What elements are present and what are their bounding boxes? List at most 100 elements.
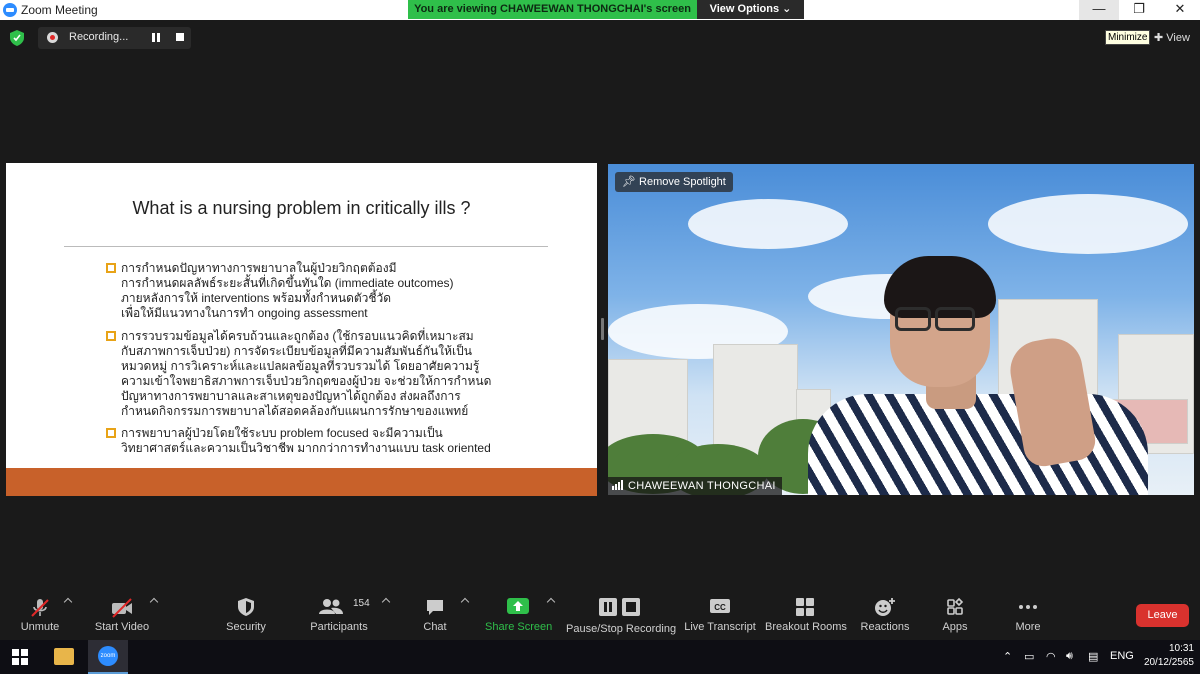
apps-icon	[947, 597, 964, 615]
share-screen-arrow-icon	[507, 598, 529, 614]
windows-start-icon[interactable]	[12, 649, 28, 665]
wifi-icon[interactable]: ◠	[1046, 650, 1056, 663]
chat-chevron-icon[interactable]	[460, 597, 470, 607]
bullet-line: ภายหลังการให้ interventions พร้อมทั้งกำห…	[121, 291, 392, 305]
meeting-toolbar: Unmute Start Video Security 154 Particip…	[0, 590, 1200, 640]
view-label: View	[1166, 32, 1190, 44]
volume-icon[interactable]: 🔊︎	[1066, 650, 1073, 663]
share-screen-label: Share Screen	[485, 621, 553, 633]
stop-recording-icon[interactable]	[176, 33, 184, 41]
live-transcript-button[interactable]: CC Live Transcript	[684, 590, 756, 640]
participants-chevron-icon[interactable]	[381, 597, 391, 607]
participant-name-tag: CHAWEEWAN THONGCHAI	[608, 477, 782, 495]
tray-chevron-up-icon[interactable]: ⌃	[1003, 650, 1012, 663]
battery-icon[interactable]: ▭	[1024, 650, 1034, 663]
bullet-line: ปัญหาทางการพยาบาลและสาเหตุของปัญหาได้ถูก…	[121, 389, 461, 403]
chat-button[interactable]: Chat	[415, 590, 455, 640]
muted-microphone-icon	[31, 599, 49, 617]
participants-icon	[319, 599, 343, 614]
input-language[interactable]: ENG	[1110, 650, 1134, 662]
slide-title: What is a nursing problem in critically …	[132, 198, 471, 218]
recording-control-label: Pause/Stop Recording	[566, 623, 677, 635]
screen-share-banner: You are viewing CHAWEEWAN THONGCHAI's sc…	[408, 0, 697, 19]
bullet-line: กับสภาพการเจ็บป่วย) การจัดระเบียบข้อมูลท…	[121, 344, 472, 358]
sky-cloud	[688, 199, 848, 249]
chat-label: Chat	[423, 621, 447, 633]
bullet-line: วิทยาศาสตร์และความเป็นวิชาชีพ มากกว่าการ…	[121, 441, 491, 455]
zoom-logo-icon	[3, 3, 17, 17]
zoom-taskbar-button[interactable]: zoom	[88, 640, 128, 674]
bullet-line: การกำหนดปัญหาทางการพยาบาลในผู้ป่วยวิกฤตต…	[121, 261, 397, 275]
sky-cloud	[988, 194, 1188, 254]
pause-recording-icon[interactable]	[152, 33, 160, 42]
window-restore-button[interactable]: ❐	[1119, 0, 1159, 20]
recording-indicator: Recording...	[38, 27, 191, 49]
bullet-box-icon	[106, 428, 116, 438]
unmute-button[interactable]: Unmute	[15, 590, 65, 640]
view-options-button[interactable]: View Options ⌄	[697, 0, 804, 19]
split-view-resize-handle[interactable]	[601, 318, 604, 340]
remove-spotlight-button[interactable]: 📌︎ Remove Spotlight	[615, 172, 733, 192]
signal-strength-icon	[612, 480, 624, 490]
person-body	[808, 394, 1148, 495]
clock-time: 10:31	[1168, 643, 1194, 654]
cc-glyph: CC	[714, 603, 726, 612]
pin-icon: 📌︎	[622, 176, 636, 188]
windows-taskbar: zoom ⌃ ▭ ◠ 🔊︎ ▤ ENG 10:31 20/12/2565	[0, 640, 1200, 674]
slide-bullet: การกำหนดปัญหาทางการพยาบาลในผู้ป่วยวิกฤตต…	[106, 261, 536, 321]
remove-spotlight-label: Remove Spotlight	[639, 176, 726, 188]
view-options-label: View Options	[709, 3, 780, 15]
unmute-label: Unmute	[20, 621, 60, 633]
start-video-button[interactable]: Start Video	[92, 590, 152, 640]
security-label: Security	[226, 621, 266, 633]
security-button[interactable]: Security	[221, 590, 271, 640]
live-transcript-label: Live Transcript	[684, 621, 756, 633]
more-dots-icon	[1019, 605, 1037, 609]
chat-bubble-icon	[427, 600, 443, 615]
more-label: More	[1015, 621, 1041, 633]
breakout-rooms-grid-icon	[796, 598, 814, 616]
bullet-line: การพยาบาลผู้ป่วยโดยใช้ระบบ problem focus…	[121, 426, 443, 440]
more-button[interactable]: More	[1008, 590, 1048, 640]
start-video-label: Start Video	[94, 621, 150, 633]
shared-screen-slide: What is a nursing problem in critically …	[6, 163, 597, 496]
breakout-rooms-button[interactable]: Breakout Rooms	[765, 590, 847, 640]
pause-stop-icon	[599, 598, 640, 616]
audio-options-chevron-icon[interactable]	[63, 597, 73, 607]
view-grid-icon: ✚	[1154, 32, 1164, 44]
zoom-app-icon: zoom	[98, 646, 118, 666]
minimize-tooltip: Minimize	[1105, 30, 1151, 45]
recording-label: Recording...	[69, 31, 129, 43]
video-off-icon	[112, 598, 132, 618]
bullet-line: กำหนดกิจกรรมการพยาบาลได้สอดคล้องกับแผนกา…	[121, 404, 469, 418]
slide-bullet: การรวบรวมข้อมูลได้ครบถ้วนและถูกต้อง (ใช้…	[106, 329, 536, 419]
participants-button[interactable]: 154 Participants	[308, 590, 370, 640]
recording-dot-icon	[47, 32, 58, 43]
glasses	[935, 307, 975, 331]
window-minimize-button[interactable]: —	[1079, 0, 1119, 20]
taskbar-clock[interactable]: 10:31 20/12/2565	[1138, 642, 1194, 670]
share-screen-button[interactable]: Share Screen	[485, 590, 553, 640]
participant-count: 154	[353, 598, 370, 609]
reaction-smiley-icon	[875, 598, 895, 616]
file-explorer-icon[interactable]	[54, 648, 74, 665]
pause-stop-recording-button[interactable]: Pause/Stop Recording	[566, 590, 677, 640]
reactions-label: Reactions	[860, 621, 910, 633]
bullet-box-icon	[106, 263, 116, 273]
notification-icon[interactable]: ▤	[1088, 650, 1098, 663]
view-button[interactable]: ✚ View	[1154, 31, 1190, 44]
clock-date: 20/12/2565	[1143, 657, 1194, 668]
window-close-button[interactable]: ✕	[1160, 0, 1200, 20]
breakout-rooms-label: Breakout Rooms	[765, 621, 847, 633]
encryption-shield-icon[interactable]	[10, 30, 24, 46]
participant-video: 📌︎ Remove Spotlight CHAWEEWAN THONGCHAI	[608, 164, 1194, 495]
leave-meeting-button[interactable]: Leave	[1136, 604, 1189, 627]
participants-label: Participants	[310, 621, 368, 633]
window-title: Zoom Meeting	[21, 3, 98, 17]
apps-button[interactable]: Apps	[935, 590, 975, 640]
participant-name: CHAWEEWAN THONGCHAI	[628, 480, 776, 492]
slide-divider	[64, 246, 548, 247]
reactions-button[interactable]: Reactions	[858, 590, 912, 640]
chevron-down-icon: ⌄	[782, 3, 792, 15]
bullet-line: ความเข้าใจพยาธิสภาพการเจ็บป่วยวิกฤตของผู…	[121, 374, 492, 388]
